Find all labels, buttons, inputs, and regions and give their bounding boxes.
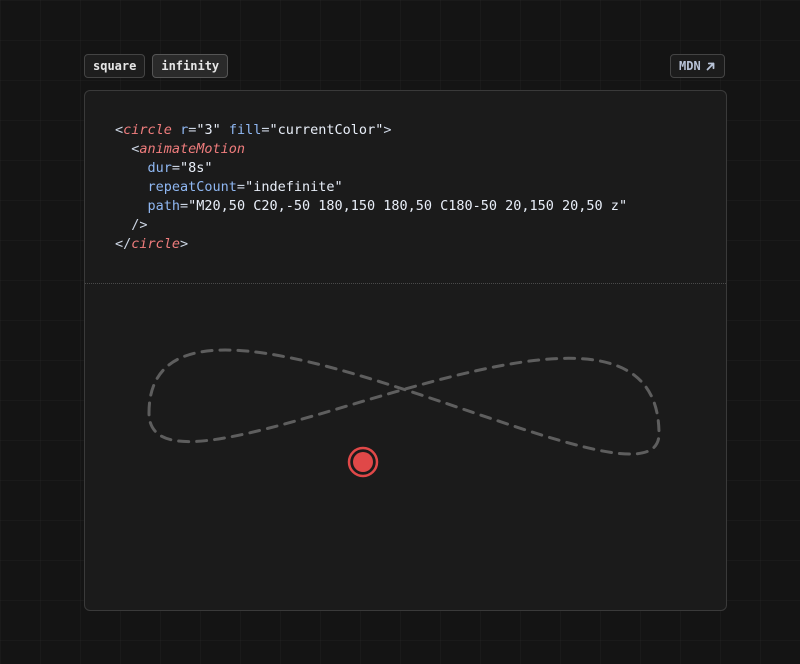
code-line: repeatCount="indefinite"	[115, 178, 627, 197]
code-token-punct: =	[171, 160, 181, 176]
code-token-attr: repeatCount	[147, 179, 237, 195]
code-token-tag: circle	[131, 236, 181, 252]
code-snippet: <circle r="3" fill="currentColor"> <anim…	[115, 121, 627, 254]
code-token-attr: path	[147, 198, 181, 214]
code-token-punct: =	[236, 179, 246, 195]
tab-infinity[interactable]: infinity	[152, 54, 229, 78]
tab-square[interactable]: square	[84, 54, 146, 78]
mdn-link-label: MDN	[679, 59, 701, 73]
code-token-tag: circle	[123, 122, 172, 138]
infinity-motion-path	[147, 348, 661, 456]
code-token-str: "3"	[196, 122, 221, 138]
code-token-attr: dur	[147, 160, 172, 176]
code-token-punct	[115, 198, 148, 214]
animation-stage	[85, 284, 726, 610]
code-line: />	[115, 216, 627, 235]
code-line: path="M20,50 C20,-50 180,150 180,50 C180…	[115, 197, 628, 216]
code-token-punct: />	[115, 217, 148, 233]
moving-dot	[353, 452, 373, 472]
code-token-punct	[172, 122, 180, 138]
code-token-punct: =	[180, 198, 189, 214]
code-token-punct	[115, 160, 148, 176]
code-token-str: "currentColor"	[269, 122, 384, 138]
code-token-tag: animateMotion	[139, 141, 246, 157]
code-token-punct	[115, 179, 148, 195]
code-block: <circle r="3" fill="currentColor"> <anim…	[115, 121, 627, 254]
code-token-punct: </	[115, 236, 132, 252]
code-token-attr: r	[180, 122, 189, 138]
code-line: </circle>	[115, 235, 627, 254]
motion-preview	[147, 348, 661, 478]
demo-panel: <circle r="3" fill="currentColor"> <anim…	[84, 90, 727, 611]
code-line: <circle r="3" fill="currentColor">	[115, 121, 627, 140]
code-token-punct: =	[261, 122, 270, 138]
mdn-link[interactable]: MDN	[670, 54, 725, 78]
code-token-punct: <	[115, 122, 124, 138]
code-token-str: "indefinite"	[245, 179, 343, 195]
code-token-punct: <	[115, 141, 140, 157]
code-token-str: "M20,50 C20,-50 180,150 180,50 C180-50 2…	[188, 198, 628, 214]
arrow-up-right-icon	[705, 61, 716, 72]
code-line: <animateMotion	[115, 140, 627, 159]
code-token-attr: fill	[228, 122, 262, 138]
code-token-punct	[221, 122, 229, 138]
code-token-punct: >	[180, 236, 189, 252]
code-token-punct: >	[383, 122, 392, 138]
code-token-str: "8s"	[180, 160, 213, 176]
code-line: dur="8s"	[115, 159, 627, 178]
shape-toggle-group: square infinity	[84, 54, 229, 78]
